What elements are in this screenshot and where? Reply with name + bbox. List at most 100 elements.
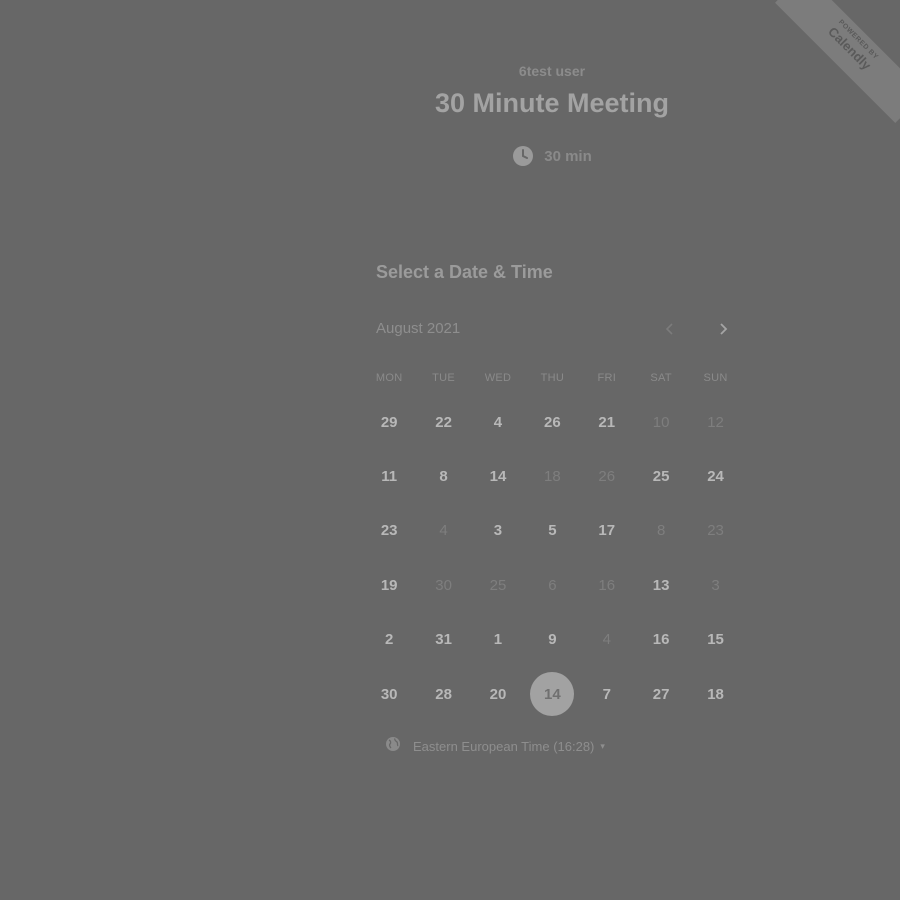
calendar-cell: 12 <box>688 395 742 449</box>
chevron-right-icon <box>720 323 728 335</box>
day-button[interactable]: 31 <box>422 618 466 662</box>
day-disabled: 4 <box>439 522 448 540</box>
calendar-cell: 25 <box>634 449 688 503</box>
previous-month-button[interactable] <box>659 318 681 340</box>
calendar-cell: 27 <box>634 667 688 721</box>
day-disabled: 10 <box>652 413 670 431</box>
calendar-cell: 8 <box>416 449 470 503</box>
calendar-cell: 26 <box>525 395 579 449</box>
day-disabled: 26 <box>598 468 616 486</box>
calendar-cell: 18 <box>525 449 579 503</box>
calendar-cell: 30 <box>416 558 470 612</box>
calendar-cell: 4 <box>580 613 634 667</box>
day-button[interactable]: 20 <box>476 672 520 716</box>
calendar-cell: 16 <box>580 558 634 612</box>
month-label: August 2021 <box>376 320 461 337</box>
weekday-header: MON TUE WED THU FRI SAT SUN <box>362 372 742 384</box>
calendar-cell: 16 <box>634 613 688 667</box>
day-button[interactable]: 19 <box>367 563 411 607</box>
weekday-label: SAT <box>650 372 672 384</box>
calendar-cell: 18 <box>688 667 742 721</box>
calendar-cell: 25 <box>471 558 525 612</box>
day-button[interactable]: 3 <box>476 509 520 553</box>
day-button[interactable]: 25 <box>639 455 683 499</box>
calendar-cell: 8 <box>634 504 688 558</box>
day-button[interactable]: 9 <box>530 618 574 662</box>
clock-icon <box>512 145 534 167</box>
day-button[interactable]: 21 <box>585 400 629 444</box>
next-month-button[interactable] <box>712 318 734 340</box>
day-button[interactable]: 14 <box>476 455 520 499</box>
calendar-cell: 28 <box>416 667 470 721</box>
day-disabled: 18 <box>544 468 561 486</box>
day-button[interactable]: 5 <box>530 509 574 553</box>
day-disabled: 25 <box>489 576 507 594</box>
weekday-label: FRI <box>597 372 617 384</box>
day-button[interactable]: 30 <box>367 672 411 716</box>
chevron-left-icon <box>665 323 673 335</box>
day-button[interactable]: 18 <box>694 672 738 716</box>
day-button[interactable]: 15 <box>694 618 738 662</box>
powered-by-ribbon[interactable]: POWERED BY Calendly <box>770 0 900 130</box>
duration-text: 30 min <box>544 147 592 165</box>
day-disabled: 8 <box>656 522 666 540</box>
calendar-cell: 24 <box>688 449 742 503</box>
booking-page: POWERED BY Calendly 6test user 30 Minute… <box>0 0 900 900</box>
weekday-label: THU <box>540 372 565 384</box>
weekday-label: MON <box>375 372 403 384</box>
day-disabled: 4 <box>602 631 611 649</box>
calendar-cell: 13 <box>634 558 688 612</box>
calendar-cell: 31 <box>416 613 470 667</box>
timezone-selector[interactable]: Eastern European Time (16:28) ▾ <box>385 736 605 757</box>
day-button[interactable]: 28 <box>422 672 466 716</box>
day-button[interactable]: 23 <box>367 509 411 553</box>
weekday-label: WED <box>484 372 512 384</box>
day-button[interactable]: 27 <box>639 672 683 716</box>
day-button[interactable]: 8 <box>422 455 466 499</box>
day-button[interactable]: 11 <box>367 455 411 499</box>
ribbon-band[interactable]: POWERED BY Calendly <box>775 0 900 123</box>
day-button[interactable]: 2 <box>367 618 411 662</box>
day-button[interactable]: 24 <box>694 455 738 499</box>
calendar-cell: 6 <box>525 558 579 612</box>
calendar-cell: 11 <box>362 449 416 503</box>
calendar-cell: 21 <box>580 395 634 449</box>
day-button[interactable]: 17 <box>585 509 629 553</box>
day-button[interactable]: 29 <box>367 400 411 444</box>
day-button[interactable]: 4 <box>476 400 520 444</box>
day-disabled: 3 <box>711 576 720 594</box>
day-button[interactable]: 16 <box>639 618 683 662</box>
calendar-cell: 4 <box>471 395 525 449</box>
event-title: 30 Minute Meeting <box>434 88 670 118</box>
picker-title: Select a Date & Time <box>376 262 553 282</box>
calendar-cell: 14 <box>525 667 579 721</box>
day-button[interactable]: 22 <box>422 400 466 444</box>
day-disabled: 30 <box>435 576 452 594</box>
calendar-cell: 10 <box>634 395 688 449</box>
day-button[interactable]: 7 <box>585 672 629 716</box>
calendar-grid: 29 22 4 26 21 10 12 11 8 14 18 26 25 24 23 4 3 5 17 8 23 19 30… <box>362 395 742 721</box>
globe-icon <box>385 736 401 757</box>
calendar-cell: 3 <box>688 558 742 612</box>
calendar-cell: 30 <box>362 667 416 721</box>
calendar-cell: 22 <box>416 395 470 449</box>
calendar-cell: 23 <box>688 504 742 558</box>
day-disabled: 16 <box>598 576 616 594</box>
day-button[interactable]: 1 <box>476 618 520 662</box>
selected-day-button[interactable]: 14 <box>530 672 575 717</box>
timezone-label: Eastern European Time (16:28) <box>413 739 595 754</box>
calendar-cell: 19 <box>362 558 416 612</box>
calendar-cell: 14 <box>471 449 525 503</box>
calendar-cell: 9 <box>525 613 579 667</box>
weekday-label: SUN <box>703 372 728 384</box>
month-navigation: August 2021 <box>376 318 732 340</box>
caret-down-icon: ▾ <box>600 741 605 751</box>
calendar-cell: 17 <box>580 504 634 558</box>
calendar-cell: 4 <box>416 504 470 558</box>
calendar-cell: 20 <box>471 667 525 721</box>
calendar-cell: 1 <box>471 613 525 667</box>
day-button[interactable]: 26 <box>530 400 574 444</box>
day-disabled: 12 <box>707 413 724 431</box>
day-button[interactable]: 13 <box>639 563 683 607</box>
event-duration: 30 min <box>376 145 728 167</box>
